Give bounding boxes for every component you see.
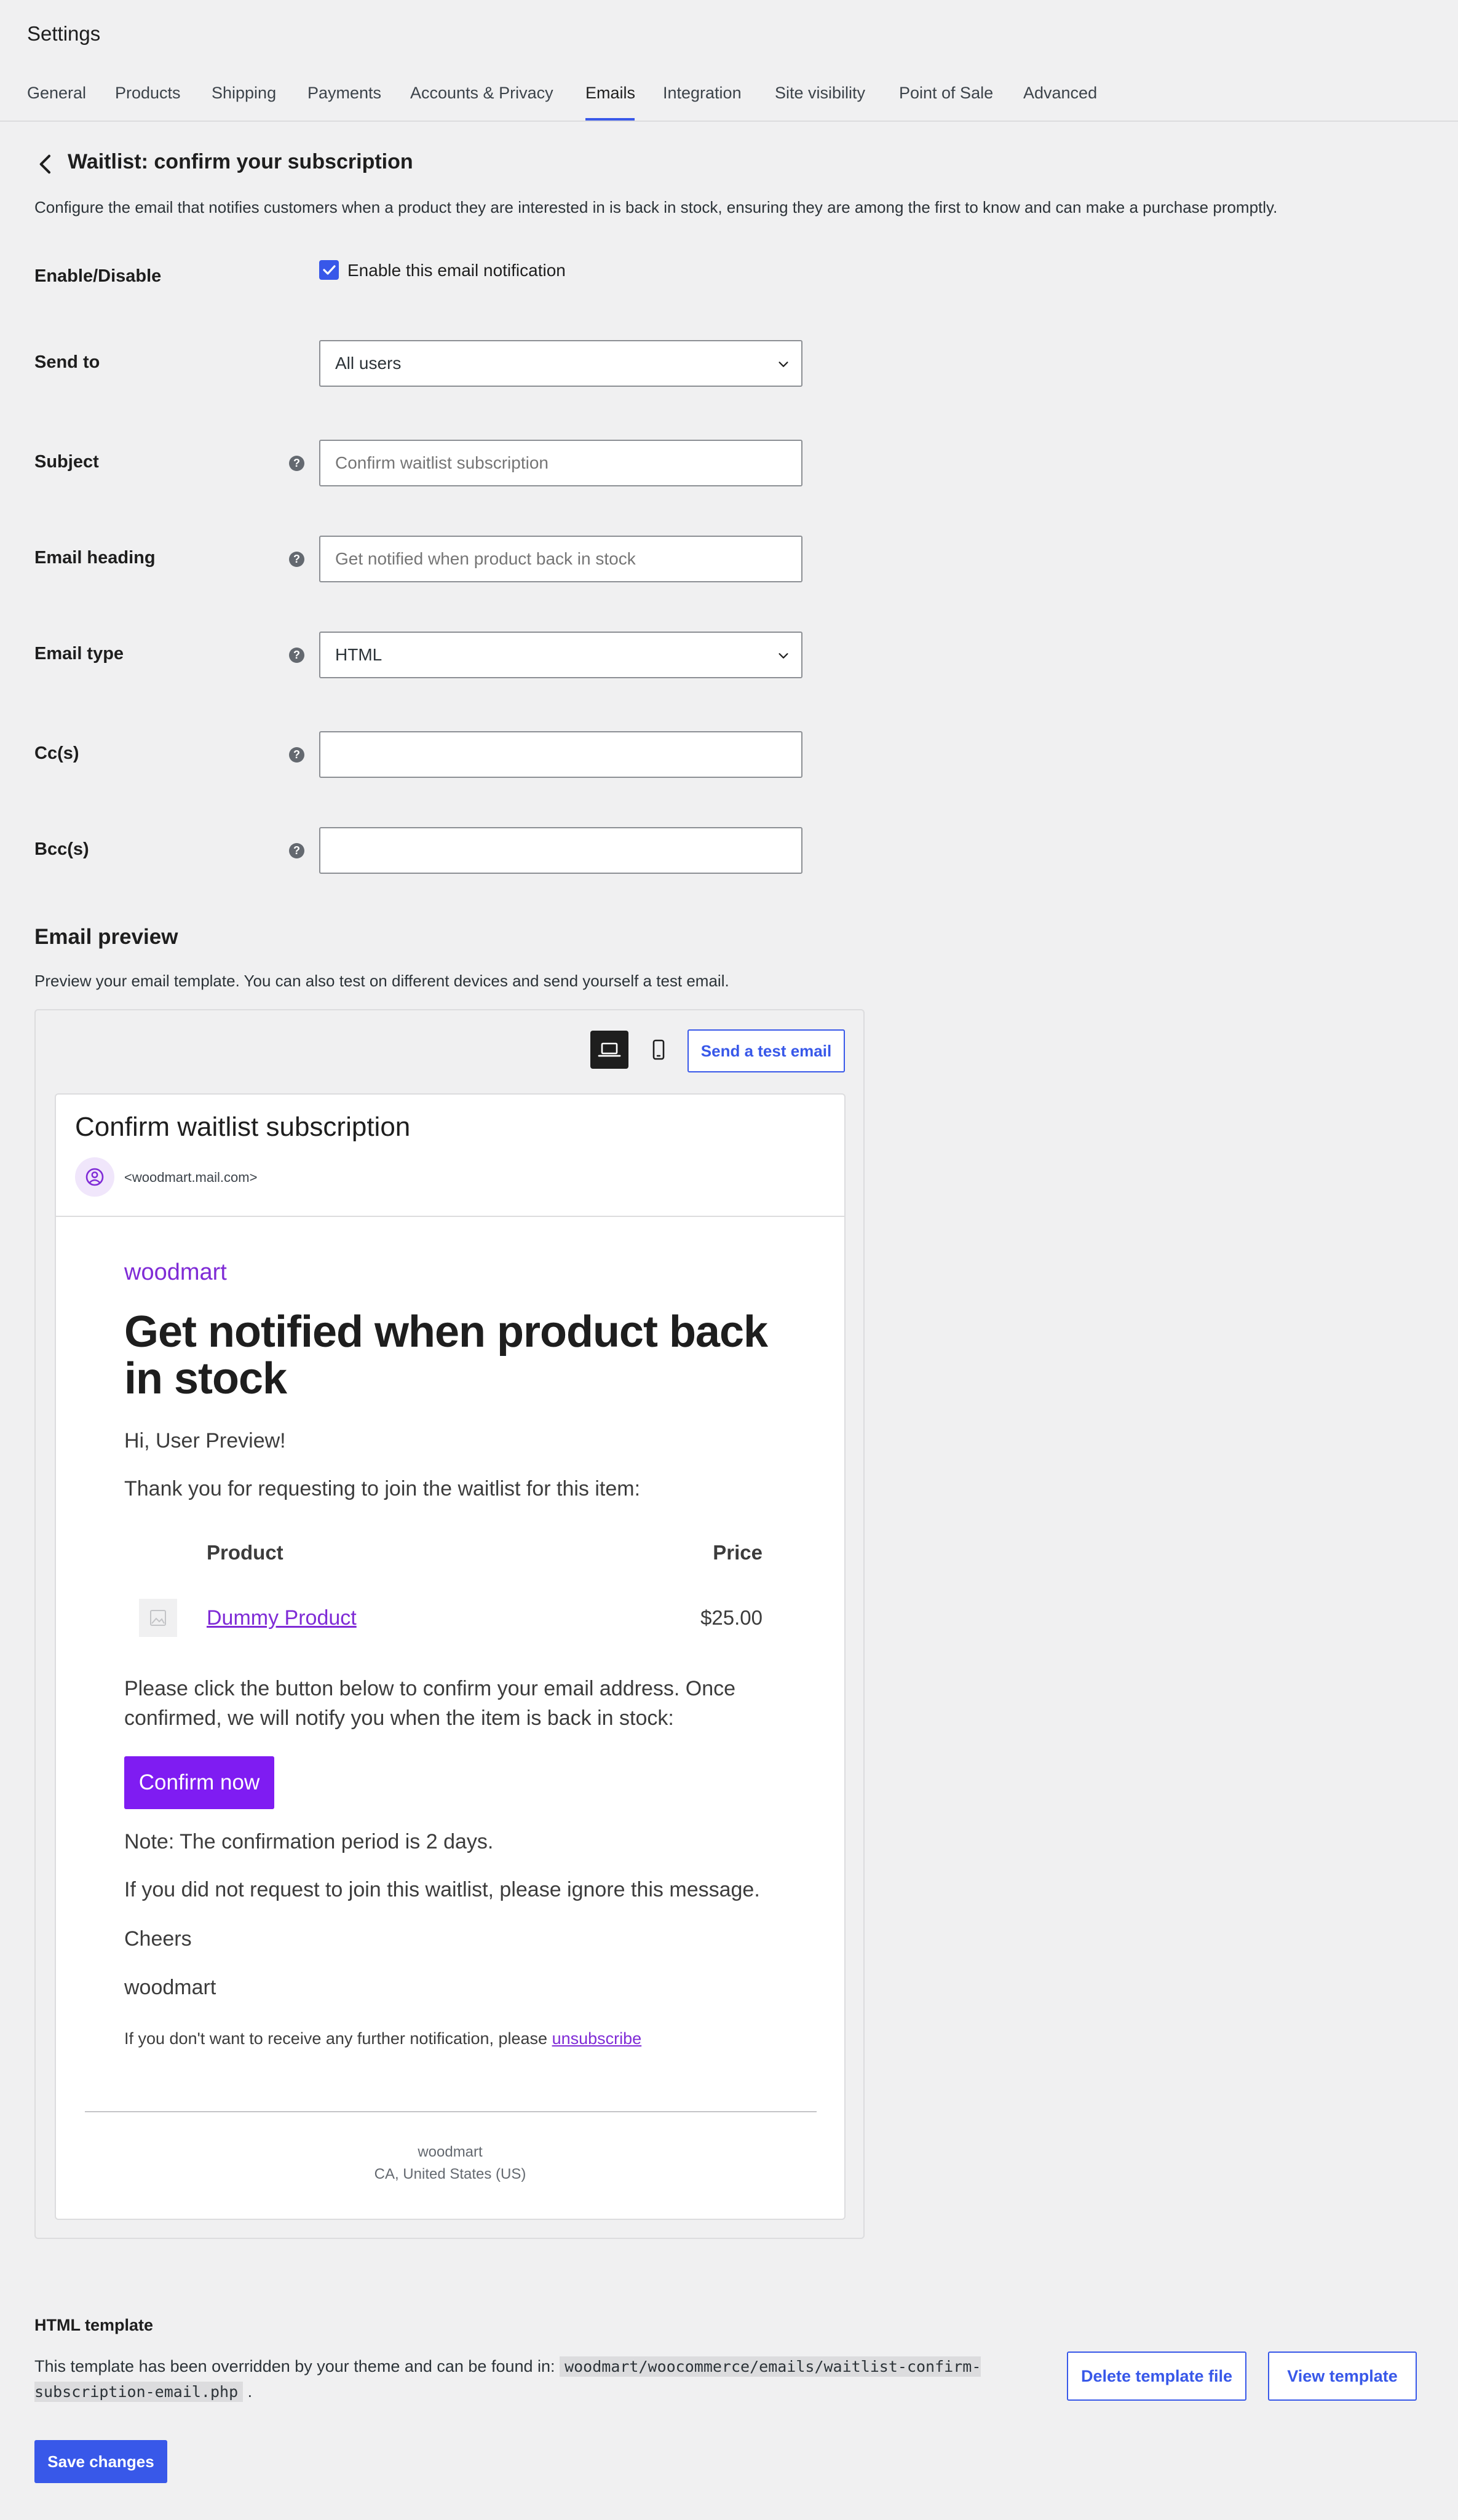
laptop-view-button[interactable] <box>590 1031 628 1069</box>
send-test-email-button[interactable]: Send a test email <box>687 1029 845 1072</box>
tabs-divider <box>0 121 1458 122</box>
help-icon[interactable]: ? <box>289 747 304 763</box>
email-heading-label: Email heading <box>34 548 156 568</box>
tab-products[interactable]: Products <box>115 84 181 103</box>
email-type-value: HTML <box>335 645 382 664</box>
send-to-label: Send to <box>34 352 100 372</box>
tab-shipping[interactable]: Shipping <box>212 84 276 103</box>
email-ignore-message: If you did not request to join this wait… <box>124 1878 760 1901</box>
tab-general[interactable]: General <box>27 84 86 103</box>
html-template-text: This template has been overridden by you… <box>34 2357 555 2375</box>
mobile-view-button[interactable] <box>640 1031 678 1069</box>
email-note: Note: The confirmation period is 2 days. <box>124 1830 494 1853</box>
checkmark-icon <box>323 265 336 275</box>
email-intro: Thank you for requesting to join the wai… <box>124 1477 641 1500</box>
send-to-value: All users <box>335 354 402 373</box>
save-changes-button[interactable]: Save changes <box>34 2440 167 2483</box>
product-thumbnail <box>139 1599 177 1637</box>
email-heading-input[interactable]: Get notified when product back in stock <box>319 536 802 582</box>
help-icon[interactable]: ? <box>289 648 304 663</box>
email-signature: woodmart <box>124 1976 216 1999</box>
email-instruction: Please click the button below to confirm… <box>124 1677 736 1730</box>
back-arrow-icon[interactable] <box>34 152 58 176</box>
page-title: Settings <box>27 22 101 45</box>
unsubscribe-text: If you don't want to receive any further… <box>124 2029 548 2048</box>
email-header-divider <box>55 1216 846 1217</box>
image-placeholder-icon <box>150 1610 166 1626</box>
tab-site-visibility[interactable]: Site visibility <box>775 84 865 103</box>
table-header-price: Price <box>713 1541 763 1564</box>
help-icon[interactable]: ? <box>289 456 304 471</box>
email-signoff: Cheers <box>124 1927 192 1951</box>
email-heading-placeholder: Get notified when product back in stock <box>335 549 636 568</box>
html-template-suffix: . <box>247 2382 253 2401</box>
bcc-label: Bcc(s) <box>34 839 89 859</box>
unsubscribe-note: If you don't want to receive any further… <box>124 2029 641 2048</box>
cc-input[interactable] <box>319 731 802 778</box>
subject-label: Subject <box>34 452 99 472</box>
delete-template-file-button[interactable]: Delete template file <box>1067 2352 1246 2401</box>
bcc-input[interactable] <box>319 827 802 874</box>
email-body-title: Get notified when product back in stock <box>124 1307 768 1403</box>
sender-avatar <box>75 1157 114 1197</box>
preview-sender-address: <woodmart.mail.com> <box>124 1170 258 1185</box>
tab-point-of-sale[interactable]: Point of Sale <box>899 84 993 103</box>
preview-email-subject: Confirm waitlist subscription <box>75 1112 411 1142</box>
send-to-select[interactable]: All users <box>319 340 802 387</box>
help-icon[interactable]: ? <box>289 843 304 858</box>
confirm-now-button[interactable]: Confirm now <box>124 1756 274 1809</box>
tab-emails[interactable]: Emails <box>585 84 635 103</box>
help-icon[interactable]: ? <box>289 552 304 567</box>
product-link[interactable]: Dummy Product <box>207 1606 357 1630</box>
email-preview-description: Preview your email template. You can als… <box>34 972 729 990</box>
email-greeting: Hi, User Preview! <box>124 1429 286 1452</box>
view-template-button[interactable]: View template <box>1268 2352 1417 2401</box>
chevron-down-icon <box>779 362 788 367</box>
unsubscribe-link[interactable]: unsubscribe <box>552 2029 642 2048</box>
enable-checkbox-label[interactable]: Enable this email notification <box>347 261 566 280</box>
table-header-product: Product <box>207 1541 283 1564</box>
email-type-select[interactable]: HTML <box>319 632 802 678</box>
tab-integration[interactable]: Integration <box>663 84 742 103</box>
subject-input[interactable]: Confirm waitlist subscription <box>319 440 802 486</box>
email-footer-brand: woodmart <box>418 2144 483 2160</box>
email-footer-address: CA, United States (US) <box>374 2166 526 2182</box>
enable-checkbox[interactable] <box>319 260 339 280</box>
mobile-phone-icon <box>652 1039 665 1060</box>
user-circle-icon <box>85 1168 104 1186</box>
email-type-label: Email type <box>34 644 124 664</box>
chevron-down-icon <box>779 653 788 659</box>
cc-label: Cc(s) <box>34 743 79 763</box>
laptop-icon <box>598 1042 621 1057</box>
email-preview-title: Email preview <box>34 925 178 949</box>
email-footer-divider <box>85 2111 817 2112</box>
enable-label: Enable/Disable <box>34 266 162 286</box>
email-settings-description: Configure the email that notifies custom… <box>34 198 1278 216</box>
tab-advanced[interactable]: Advanced <box>1023 84 1097 103</box>
html-template-info: This template has been overridden by you… <box>34 2354 1031 2404</box>
html-template-title: HTML template <box>34 2316 154 2334</box>
email-brand-name: woodmart <box>124 1259 227 1285</box>
tab-payments[interactable]: Payments <box>307 84 381 103</box>
product-price: $25.00 <box>700 1606 763 1629</box>
email-settings-heading: Waitlist: confirm your subscription <box>68 150 413 173</box>
subject-placeholder: Confirm waitlist subscription <box>335 453 549 472</box>
tab-accounts-privacy[interactable]: Accounts & Privacy <box>410 84 553 103</box>
